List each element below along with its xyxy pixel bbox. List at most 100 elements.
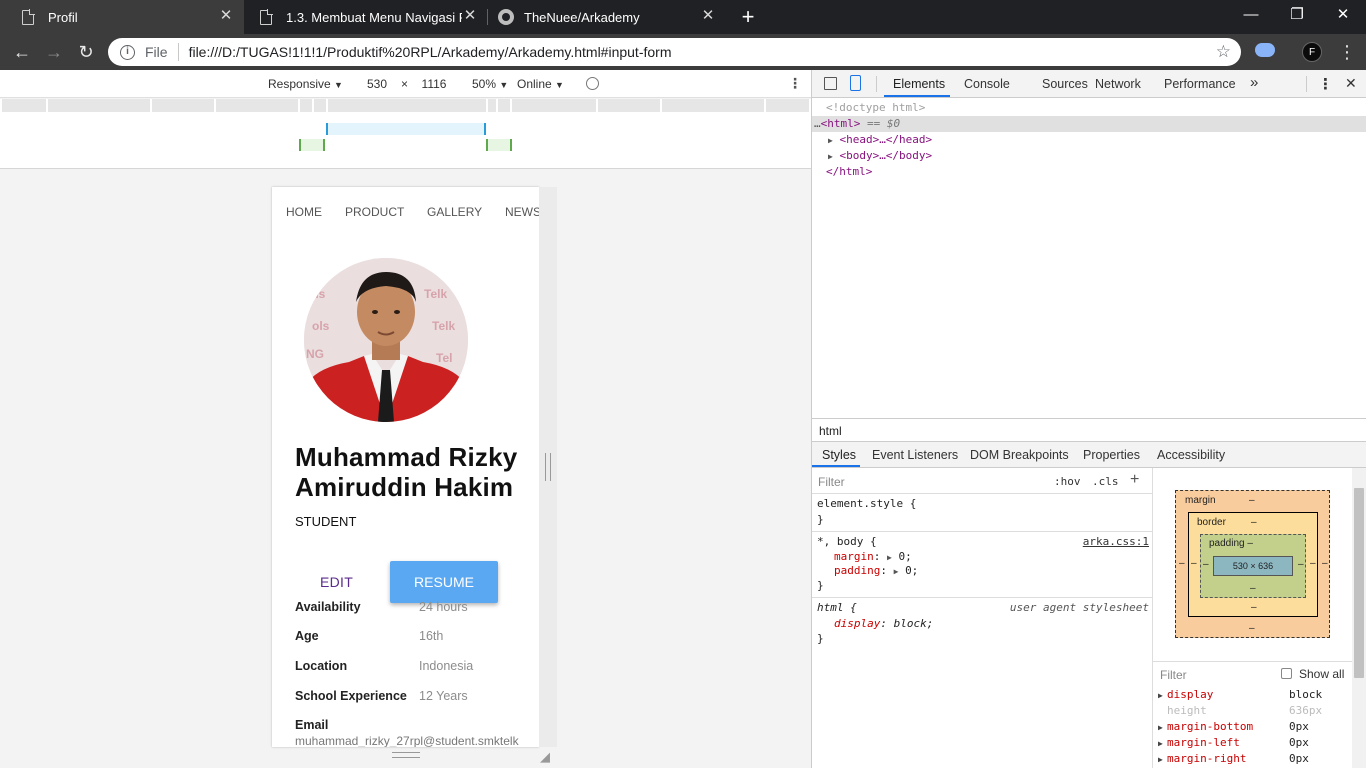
close-tab-icon[interactable]: ✕ (700, 8, 716, 24)
computed-property[interactable]: ▶ margin-right 0px (1153, 752, 1353, 768)
subtab-properties[interactable]: Properties (1083, 448, 1140, 462)
expand-triangle-icon[interactable]: ▶ (828, 152, 833, 161)
tab-github[interactable]: TheNuee/Arkademy ✕ (488, 0, 726, 34)
new-tab-button[interactable]: + (738, 5, 758, 29)
dom-doctype[interactable]: <!doctype html> (826, 100, 925, 116)
media-query-segment[interactable] (152, 99, 214, 112)
box-model-border[interactable]: border – – – – padding – – – – 530 × 636 (1188, 512, 1318, 617)
min-width-media-query[interactable] (299, 139, 325, 151)
nav-home-link[interactable]: HOME (286, 205, 322, 219)
media-query-segment[interactable] (2, 99, 46, 112)
media-query-segment[interactable] (216, 99, 298, 112)
min-width-media-query[interactable] (486, 139, 512, 151)
back-button[interactable]: ← (10, 40, 34, 64)
media-query-segment[interactable] (314, 99, 326, 112)
show-all-checkbox[interactable] (1281, 668, 1292, 679)
height-input[interactable]: 1116 (413, 77, 455, 91)
rule-selector[interactable]: *, body { (817, 535, 877, 548)
expand-triangle-icon[interactable]: ▶ (828, 136, 833, 145)
network-throttle-select[interactable]: Online ▼ (517, 77, 564, 91)
tab-sources[interactable]: Sources (1042, 77, 1088, 91)
box-model-content[interactable]: 530 × 636 (1213, 556, 1293, 576)
expand-triangle-icon[interactable]: ▶ (1158, 691, 1163, 700)
inspect-element-icon[interactable] (824, 77, 837, 90)
minimize-button[interactable]: — (1228, 0, 1274, 32)
media-query-segment[interactable] (766, 99, 809, 112)
media-query-segment[interactable] (48, 99, 150, 112)
dom-node-body[interactable]: ▶ <body>…</body> (828, 148, 932, 164)
computed-property[interactable]: height 636px (1153, 704, 1353, 720)
box-model-padding[interactable]: padding – – – – 530 × 636 (1200, 534, 1306, 598)
computed-filter-input[interactable]: Filter (1160, 668, 1187, 682)
breadcrumb-html[interactable]: html (819, 424, 842, 438)
nav-news-link[interactable]: NEWS (505, 205, 539, 219)
subtab-event-listeners[interactable]: Event Listeners (872, 448, 958, 462)
computed-property[interactable]: ▶ margin-left 0px (1153, 736, 1353, 752)
forward-button[interactable]: → (42, 40, 66, 64)
close-tab-icon[interactable]: ✕ (218, 8, 234, 24)
device-more-icon[interactable]: ⋮ (788, 75, 802, 92)
address-bar[interactable]: i File file:///D:/TUGAS!1!1!1/Produktif%… (108, 38, 1241, 66)
scrollbar-thumb[interactable] (1354, 488, 1364, 678)
rule-selector[interactable]: element.style { (817, 497, 916, 510)
url-text[interactable]: file:///D:/TUGAS!1!1!1/Produktif%20RPL/A… (189, 44, 1216, 60)
subtab-dom-breakpoints[interactable]: DOM Breakpoints (970, 448, 1069, 462)
more-tabs-icon[interactable]: » (1250, 74, 1258, 91)
tab-performance[interactable]: Performance (1164, 77, 1236, 91)
device-mode-select[interactable]: Responsive ▼ (268, 77, 343, 91)
nav-gallery-link[interactable]: GALLERY (427, 205, 482, 219)
tab-console[interactable]: Console (964, 77, 1010, 91)
tab-profil[interactable]: Profil ✕ (0, 0, 244, 34)
node-actions-icon[interactable]: … (812, 117, 821, 130)
hover-state-toggle[interactable]: :hov (1054, 475, 1081, 488)
info-icon[interactable]: i (120, 44, 135, 60)
expand-triangle-icon[interactable]: ▶ (887, 553, 892, 562)
media-query-segment[interactable] (300, 99, 312, 112)
edit-button[interactable]: EDIT (320, 574, 353, 590)
cloud-extension-icon[interactable] (1255, 43, 1275, 57)
css-property[interactable]: margin: ▶ 0; (834, 550, 912, 563)
expand-triangle-icon[interactable]: ▶ (1158, 723, 1163, 732)
profile-avatar[interactable]: F (1302, 42, 1322, 62)
computed-property[interactable]: ▶ margin-bottom 0px (1153, 720, 1353, 736)
box-model-margin[interactable]: margin – – – – border – – – – padding – … (1175, 490, 1330, 638)
styles-filter-input[interactable]: Filter (818, 475, 845, 489)
devtools-close-icon[interactable]: ✕ (1345, 75, 1357, 92)
expand-triangle-icon[interactable]: ▶ (1158, 755, 1163, 764)
subtab-accessibility[interactable]: Accessibility (1157, 448, 1225, 462)
tab-network[interactable]: Network (1095, 77, 1141, 91)
max-width-media-query[interactable] (326, 123, 486, 135)
corner-resize-handle[interactable]: ◢ (540, 750, 554, 764)
tab-menu-navigasi[interactable]: 1.3. Membuat Menu Navigasi Re ✕ (244, 0, 488, 34)
resume-button[interactable]: RESUME (390, 561, 498, 603)
restore-button[interactable]: ❐ (1274, 0, 1320, 32)
computed-scrollbar[interactable] (1352, 468, 1366, 768)
class-toggle[interactable]: .cls (1092, 475, 1119, 488)
zoom-select[interactable]: 50% ▼ (472, 77, 508, 91)
stylesheet-link[interactable]: arka.css:1 (1083, 535, 1149, 548)
rotate-icon[interactable] (586, 77, 599, 90)
width-input[interactable]: 530 (356, 77, 398, 91)
dom-node-head[interactable]: ▶ <head>…</head> (828, 132, 932, 148)
media-query-segment[interactable] (328, 99, 486, 112)
media-query-segment[interactable] (662, 99, 764, 112)
media-query-segment[interactable] (488, 99, 496, 112)
computed-property[interactable]: ▶ display block (1153, 688, 1353, 704)
devtools-menu-icon[interactable]: ⋮ (1318, 75, 1333, 93)
css-property[interactable]: padding: ▶ 0; (834, 564, 918, 577)
nav-product-link[interactable]: PRODUCT (345, 205, 404, 219)
width-resize-handle[interactable] (545, 453, 551, 481)
reload-button[interactable]: ↻ (74, 40, 98, 64)
device-toolbar-icon[interactable] (850, 75, 861, 91)
show-all-label[interactable]: Show all (1299, 667, 1344, 681)
media-query-segment[interactable] (512, 99, 596, 112)
expand-triangle-icon[interactable]: ▶ (894, 567, 899, 576)
media-query-segment[interactable] (498, 99, 510, 112)
subtab-styles[interactable]: Styles (822, 448, 856, 462)
browser-menu-icon[interactable]: ⋮ (1338, 42, 1356, 62)
window-close-button[interactable]: ✕ (1320, 0, 1366, 32)
bookmark-star-icon[interactable]: ☆ (1216, 42, 1231, 62)
expand-triangle-icon[interactable]: ▶ (1158, 739, 1163, 748)
tab-elements[interactable]: Elements (893, 77, 945, 91)
media-query-segment[interactable] (598, 99, 660, 112)
